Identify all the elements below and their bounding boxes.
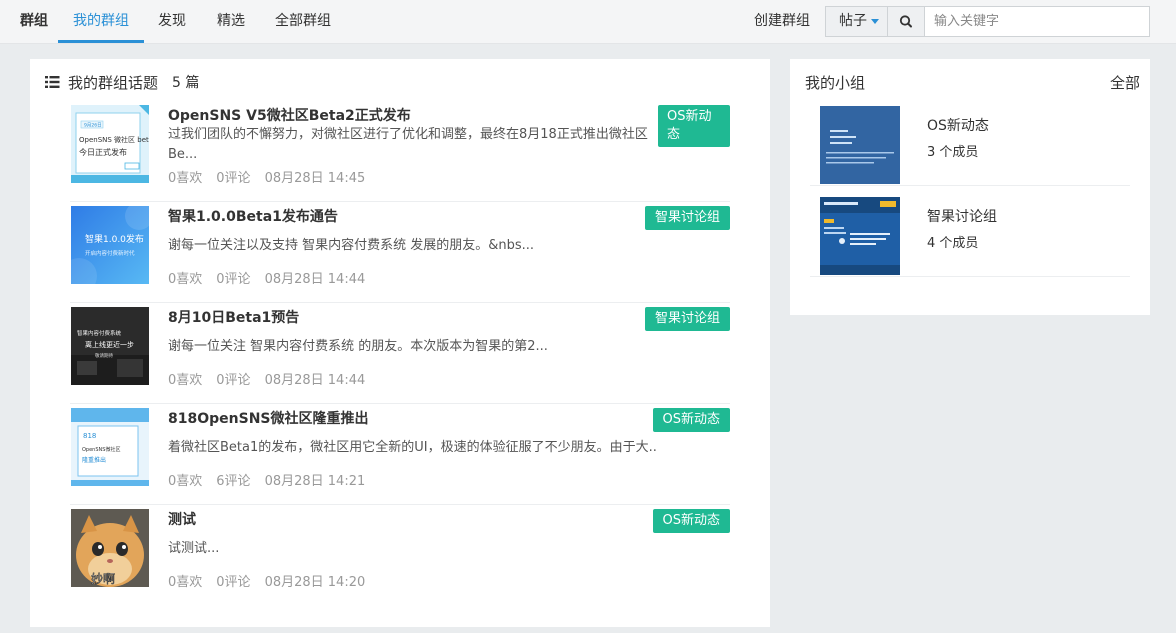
thumb-line: 敬请期待 xyxy=(95,352,113,359)
topic-title[interactable]: 智果1.0.0Beta1发布通告 xyxy=(168,206,338,226)
thumb-chip-text: 9月26日 xyxy=(84,123,102,129)
comments-count[interactable]: 0评论 xyxy=(216,575,250,590)
group-member-count: 3 个成员 xyxy=(927,145,979,160)
post-time: 08月28日 14:45 xyxy=(264,171,366,186)
top-nav: 群组 我的群组 发现 精选 全部群组 创建群组 帖子 xyxy=(0,0,1176,44)
topic-meta: 0喜欢 0评论 08月28日 14:20 xyxy=(168,571,379,590)
comments-count[interactable]: 0评论 xyxy=(216,272,250,287)
active-tab-indicator xyxy=(58,40,144,43)
topic-meta: 0喜欢 0评论 08月28日 14:45 xyxy=(168,167,379,186)
thumb-line: 隆重推出 xyxy=(82,456,106,464)
post-time: 08月28日 14:44 xyxy=(264,272,366,287)
my-groups-panel: 我的小组 全部 OS新动态 3 个成员 智果讨论组 4 个成员 xyxy=(790,59,1150,315)
comments-count[interactable]: 0评论 xyxy=(216,373,250,388)
caret-down-icon xyxy=(871,18,879,24)
side-panel-title: 我的小组 xyxy=(805,74,866,92)
topic-title[interactable]: 818OpenSNS微社区隆重推出 xyxy=(168,408,369,428)
topic-item[interactable]: 智果1.0.0发布 开启内容付费新时代 智果1.0.0Beta1发布通告 谢每一… xyxy=(70,202,730,303)
topic-item[interactable]: 818 OpenSNS微社区 隆重推出 818OpenSNS微社区隆重推出 着微… xyxy=(70,404,730,505)
search-button[interactable] xyxy=(887,6,924,37)
group-tag[interactable]: 智果讨论组 xyxy=(644,307,730,331)
thumb-line: 今日正式发布 xyxy=(79,147,127,157)
topic-item[interactable]: 智果内容付费系统 离上线更近一步 敬请期待 8月10日Beta1预告 谢每一位关… xyxy=(70,303,730,404)
topic-summary: 谢每一位关注 智果内容付费系统 的朋友。本次版本为智果的第2... xyxy=(168,339,548,354)
search-type-label: 帖子 xyxy=(839,13,867,29)
thumb-line: OpenSNS微社区 xyxy=(82,446,120,453)
thumb-line: OpenSNS 微社区 beta2 xyxy=(79,135,149,144)
search-input[interactable] xyxy=(924,6,1150,37)
search-type-dropdown[interactable]: 帖子 xyxy=(825,6,887,37)
topic-meta: 0喜欢 0评论 08月28日 14:44 xyxy=(168,369,379,388)
thumb-line: 开启内容付费新时代 xyxy=(85,249,135,257)
view-all-link[interactable]: 全部 xyxy=(1110,72,1140,93)
likes-count[interactable]: 0喜欢 xyxy=(168,171,202,186)
thumb-line: 妙啊 xyxy=(91,572,115,586)
group-item[interactable]: OS新动态 3 个成员 xyxy=(810,95,1130,186)
my-group-topics-panel: 我的群组话题 5 篇 9月26日 OpenSNS 微社区 beta2 今日正式发… xyxy=(30,59,770,627)
post-time: 08月28日 14:44 xyxy=(264,373,366,388)
group-name[interactable]: 智果讨论组 xyxy=(927,206,997,226)
likes-count[interactable]: 0喜欢 xyxy=(168,373,202,388)
list-icon xyxy=(45,76,60,88)
topic-summary: 过我们团队的不懈努力，对微社区进行了优化和调整，最终在8月18正式推出微社区Be… xyxy=(168,127,648,162)
likes-count[interactable]: 0喜欢 xyxy=(168,575,202,590)
topic-summary: 着微社区Beta1的发布，微社区用它全新的UI，极速的体验征服了不少朋友。由于大… xyxy=(168,440,656,455)
nav-item-all-groups[interactable]: 全部群组 xyxy=(275,0,331,44)
group-member-count: 4 个成员 xyxy=(927,236,979,251)
topic-count: 5 篇 xyxy=(172,75,200,91)
thumb-line: 智果1.0.0发布 xyxy=(85,233,144,245)
topic-title[interactable]: 测试 xyxy=(168,509,196,529)
group-thumbnail[interactable] xyxy=(820,106,900,184)
panel-header: 我的群组话题 5 篇 xyxy=(45,72,199,92)
panel-title: 我的群组话题 xyxy=(68,73,159,92)
topic-meta: 0喜欢 6评论 08月28日 14:21 xyxy=(168,470,379,489)
search-icon xyxy=(899,15,912,28)
comments-count[interactable]: 0评论 xyxy=(216,171,250,186)
post-time: 08月28日 14:21 xyxy=(264,474,366,489)
topic-item[interactable]: 妙啊 测试 试测试... 0喜欢 0评论 08月28日 14:20 OS新动态 xyxy=(70,505,730,606)
topic-summary: 谢每一位关注以及支持 智果内容付费系统 发展的朋友。&nbs... xyxy=(168,238,535,253)
nav-item-featured[interactable]: 精选 xyxy=(217,0,245,44)
group-thumbnail[interactable] xyxy=(820,197,900,275)
nav-item-my-groups[interactable]: 我的群组 xyxy=(73,0,129,44)
group-name[interactable]: OS新动态 xyxy=(927,115,989,135)
topic-thumbnail[interactable]: 智果1.0.0发布 开启内容付费新时代 xyxy=(71,206,149,284)
group-tag[interactable]: OS新动态 xyxy=(652,408,730,432)
likes-count[interactable]: 0喜欢 xyxy=(168,474,202,489)
topic-thumbnail[interactable]: 妙啊 xyxy=(71,509,149,587)
nav-item-discover[interactable]: 发现 xyxy=(158,0,186,44)
group-tag[interactable]: 智果讨论组 xyxy=(644,206,730,230)
thumb-line: 智果内容付费系统 xyxy=(77,329,122,337)
thumb-line: 818 xyxy=(83,432,96,440)
topic-item[interactable]: 9月26日 OpenSNS 微社区 beta2 今日正式发布 OpenSNS V… xyxy=(70,101,730,202)
likes-count[interactable]: 0喜欢 xyxy=(168,272,202,287)
create-group-link[interactable]: 创建群组 xyxy=(754,0,810,42)
group-tag[interactable]: OS新动态 xyxy=(652,509,730,533)
nav-brand[interactable]: 群组 xyxy=(20,0,48,44)
topic-title[interactable]: 8月10日Beta1预告 xyxy=(168,307,299,327)
comments-count[interactable]: 6评论 xyxy=(216,474,250,489)
topic-thumbnail[interactable]: 智果内容付费系统 离上线更近一步 敬请期待 xyxy=(71,307,149,385)
topic-summary: 试测试... xyxy=(168,541,220,556)
topic-thumbnail[interactable]: 9月26日 OpenSNS 微社区 beta2 今日正式发布 xyxy=(71,105,149,183)
group-item[interactable]: 智果讨论组 4 个成员 xyxy=(810,186,1130,277)
group-tag[interactable]: OS新动态 xyxy=(658,105,730,147)
thumb-line: 离上线更近一步 xyxy=(85,340,134,349)
topic-title[interactable]: OpenSNS V5微社区Beta2正式发布 xyxy=(168,105,411,125)
topic-meta: 0喜欢 0评论 08月28日 14:44 xyxy=(168,268,379,287)
post-time: 08月28日 14:20 xyxy=(264,575,366,590)
topic-thumbnail[interactable]: 818 OpenSNS微社区 隆重推出 xyxy=(71,408,149,486)
